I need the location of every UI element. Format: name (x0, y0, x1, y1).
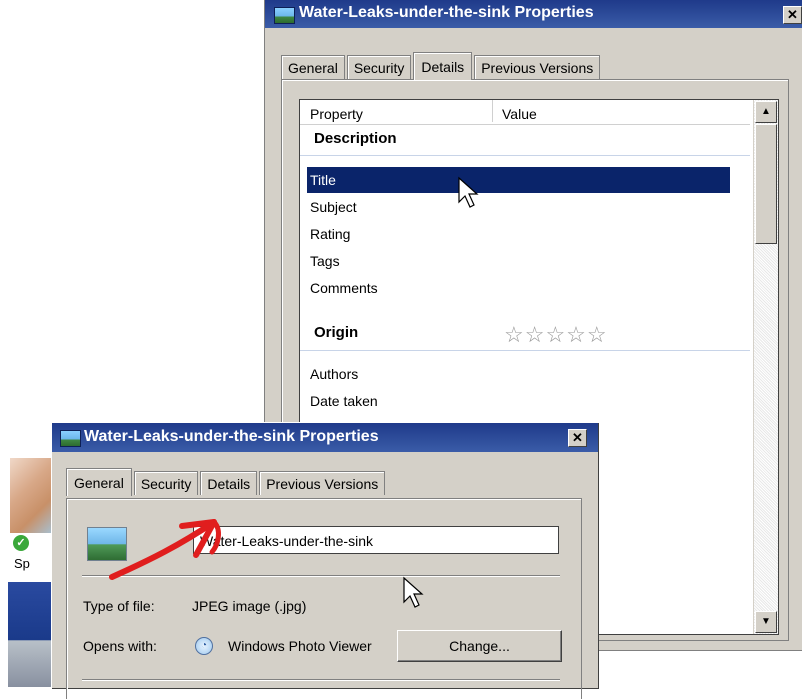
property-row-rating[interactable]: Rating (307, 221, 730, 247)
tab-details[interactable]: Details (413, 52, 473, 80)
scroll-down-button[interactable]: ▼ (755, 611, 777, 633)
property-row-title[interactable]: Title (307, 167, 730, 193)
group-divider (300, 350, 750, 351)
property-row-subject[interactable]: Subject (307, 194, 730, 220)
photo-viewer-icon: ◔ (195, 637, 213, 655)
opens-with-value: Windows Photo Viewer (228, 638, 372, 654)
title-bar[interactable]: Water-Leaks-under-the-sink Properties ✕ (52, 423, 598, 452)
scroll-up-button[interactable]: ▲ (755, 101, 777, 123)
property-row-authors[interactable]: Authors (307, 361, 730, 387)
image-file-icon (87, 527, 127, 561)
tab-previous-versions[interactable]: Previous Versions (474, 55, 601, 79)
property-row-tags[interactable]: Tags (307, 248, 730, 274)
vertical-scrollbar[interactable]: ▲ ▼ (753, 100, 778, 634)
tab-general[interactable]: General (281, 55, 345, 79)
tab-details[interactable]: Details (200, 471, 258, 495)
column-header-value[interactable]: Value (502, 106, 537, 122)
desktop-blue-panel (8, 582, 52, 687)
tab-strip: General Security Details Previous Versio… (66, 467, 387, 496)
desktop-thumbnail-image[interactable] (10, 458, 52, 533)
group-divider (300, 155, 750, 156)
tab-general[interactable]: General (66, 468, 132, 496)
column-header-property[interactable]: Property (310, 106, 363, 122)
window-icon (274, 7, 295, 24)
change-button[interactable]: Change... (397, 630, 562, 662)
divider (82, 575, 560, 576)
window-icon (60, 430, 81, 447)
property-row-comments[interactable]: Comments (307, 275, 730, 301)
close-button[interactable]: ✕ (783, 6, 802, 24)
desktop-item-label[interactable]: Sp (14, 556, 30, 571)
property-row-date-taken[interactable]: Date taken (307, 388, 730, 414)
column-separator[interactable] (492, 100, 493, 122)
opens-with-label: Opens with: (83, 638, 157, 654)
rating-stars[interactable]: ☆☆☆☆☆ (504, 322, 608, 348)
title-bar[interactable]: Water-Leaks-under-the-sink Properties ✕ (265, 0, 802, 28)
type-of-file-value: JPEG image (.jpg) (192, 598, 307, 614)
window-title: Water-Leaks-under-the-sink Properties (299, 4, 594, 21)
tab-strip: General Security Details Previous Versio… (281, 51, 602, 80)
divider (82, 679, 560, 680)
type-of-file-label: Type of file: (83, 598, 155, 614)
general-properties-dialog: Water-Leaks-under-the-sink Properties ✕ … (51, 422, 598, 699)
group-origin: Origin (314, 324, 359, 341)
column-header: Property Value (300, 100, 750, 125)
tab-security[interactable]: Security (346, 55, 412, 79)
check-badge-icon: ✓ (13, 535, 29, 551)
close-button[interactable]: ✕ (568, 429, 587, 447)
group-description: Description (314, 130, 397, 147)
tab-previous-versions[interactable]: Previous Versions (259, 471, 386, 495)
tab-security[interactable]: Security (133, 471, 199, 495)
scroll-thumb[interactable] (755, 124, 777, 244)
window-title: Water-Leaks-under-the-sink Properties (84, 428, 379, 445)
file-name-field[interactable]: Water-Leaks-under-the-sink (193, 526, 559, 554)
